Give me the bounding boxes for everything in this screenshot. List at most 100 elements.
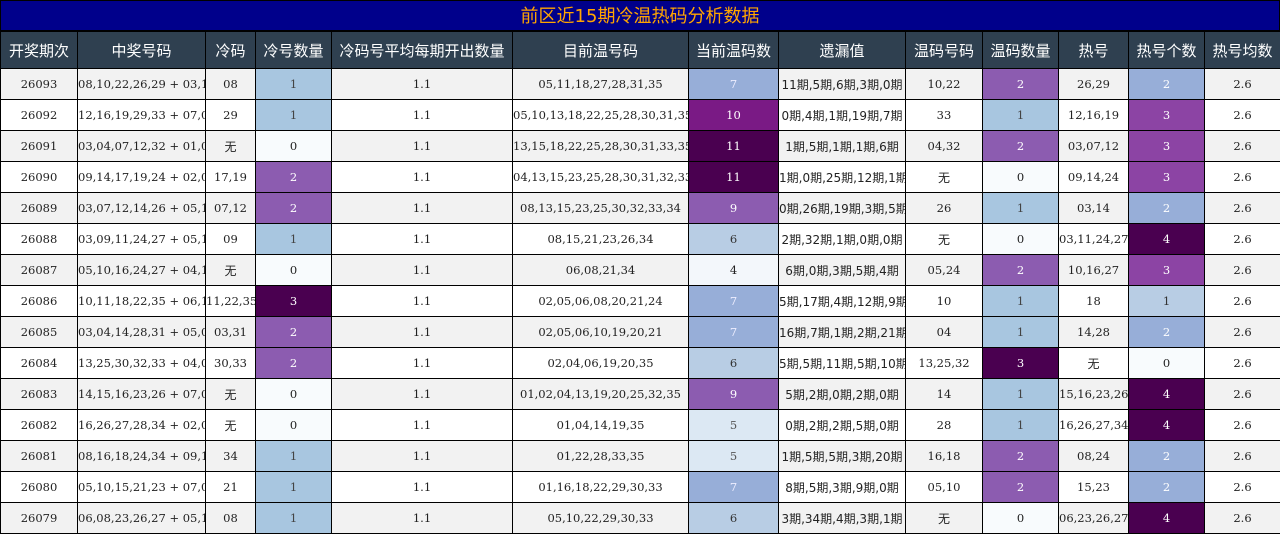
hot-count-cell: 3 [1129, 100, 1205, 131]
table-row: 2608005,10,15,21,23 + 07,082111.101,16,1… [1, 472, 1280, 503]
column-header: 冷号数量 [256, 32, 332, 69]
warm-count-cell: 2 [983, 255, 1059, 286]
current-warm-numbers-cell: 08,15,21,23,26,34 [513, 224, 689, 255]
current-warm-count-cell: 7 [689, 286, 779, 317]
period-cell: 26090 [1, 162, 78, 193]
cold-average-cell: 1.1 [332, 100, 513, 131]
analysis-page: 前区近15期冷温热码分析数据 开奖期次中奖号码冷码冷号数量冷码号平均每期开出数量… [0, 0, 1280, 532]
current-warm-count-cell: 7 [689, 317, 779, 348]
cold-numbers-cell: 无 [206, 131, 256, 162]
warm-numbers-cell: 无 [906, 224, 983, 255]
hot-numbers-cell: 03,07,12 [1059, 131, 1129, 162]
period-cell: 26080 [1, 472, 78, 503]
hot-average-cell: 2.6 [1205, 193, 1280, 224]
period-cell: 26082 [1, 410, 78, 441]
warm-count-cell: 2 [983, 441, 1059, 472]
page-title: 前区近15期冷温热码分析数据 [0, 0, 1280, 31]
hot-count-cell: 3 [1129, 131, 1205, 162]
cold-count-cell: 1 [256, 224, 332, 255]
hot-numbers-cell: 无 [1059, 348, 1129, 379]
period-cell: 26093 [1, 69, 78, 100]
warm-count-cell: 0 [983, 224, 1059, 255]
hot-average-cell: 2.6 [1205, 69, 1280, 100]
hot-average-cell: 2.6 [1205, 162, 1280, 193]
hot-count-cell: 0 [1129, 348, 1205, 379]
hot-numbers-cell: 09,14,24 [1059, 162, 1129, 193]
current-warm-numbers-cell: 05,11,18,27,28,31,35 [513, 69, 689, 100]
warm-count-cell: 1 [983, 317, 1059, 348]
miss-value-cell: 6期,0期,3期,5期,4期 [779, 255, 906, 286]
table-row: 2608903,07,12,14,26 + 05,1107,1221.108,1… [1, 193, 1280, 224]
warm-numbers-cell: 26 [906, 193, 983, 224]
hot-average-cell: 2.6 [1205, 100, 1280, 131]
hot-numbers-cell: 03,14 [1059, 193, 1129, 224]
column-header: 遗漏值 [779, 32, 906, 69]
column-header: 目前温号码 [513, 32, 689, 69]
hot-average-cell: 2.6 [1205, 379, 1280, 410]
table-row: 2609308,10,22,26,29 + 03,100811.105,11,1… [1, 69, 1280, 100]
period-cell: 26085 [1, 317, 78, 348]
table-row: 2608314,15,16,23,26 + 07,09无01.101,02,04… [1, 379, 1280, 410]
cold-average-cell: 1.1 [332, 131, 513, 162]
cold-average-cell: 1.1 [332, 472, 513, 503]
hot-count-cell: 4 [1129, 379, 1205, 410]
cold-count-cell: 0 [256, 131, 332, 162]
miss-value-cell: 11期,5期,6期,3期,0期 [779, 69, 906, 100]
hot-average-cell: 2.6 [1205, 131, 1280, 162]
current-warm-count-cell: 7 [689, 472, 779, 503]
hot-count-cell: 4 [1129, 224, 1205, 255]
hot-numbers-cell: 16,26,27,34 [1059, 410, 1129, 441]
cold-count-cell: 1 [256, 100, 332, 131]
cold-count-cell: 2 [256, 348, 332, 379]
hot-count-cell: 3 [1129, 255, 1205, 286]
period-cell: 26083 [1, 379, 78, 410]
hot-numbers-cell: 06,23,26,27 [1059, 503, 1129, 534]
analysis-table: 开奖期次中奖号码冷码冷号数量冷码号平均每期开出数量目前温号码当前温码数遗漏值温码… [0, 31, 1280, 534]
cold-numbers-cell: 09 [206, 224, 256, 255]
current-warm-numbers-cell: 02,04,06,19,20,35 [513, 348, 689, 379]
hot-numbers-cell: 10,16,27 [1059, 255, 1129, 286]
period-cell: 26079 [1, 503, 78, 534]
current-warm-count-cell: 9 [689, 193, 779, 224]
column-header: 中奖号码 [78, 32, 206, 69]
period-cell: 26087 [1, 255, 78, 286]
cold-count-cell: 0 [256, 410, 332, 441]
cold-count-cell: 0 [256, 379, 332, 410]
warm-count-cell: 1 [983, 286, 1059, 317]
cold-average-cell: 1.1 [332, 503, 513, 534]
winning-numbers-cell: 03,04,07,12,32 + 01,02 [78, 131, 206, 162]
current-warm-numbers-cell: 02,05,06,08,20,21,24 [513, 286, 689, 317]
cold-average-cell: 1.1 [332, 162, 513, 193]
winning-numbers-cell: 09,14,17,19,24 + 02,09 [78, 162, 206, 193]
hot-average-cell: 2.6 [1205, 224, 1280, 255]
cold-count-cell: 1 [256, 503, 332, 534]
current-warm-numbers-cell: 01,16,18,22,29,30,33 [513, 472, 689, 503]
winning-numbers-cell: 16,26,27,28,34 + 02,06 [78, 410, 206, 441]
hot-numbers-cell: 08,24 [1059, 441, 1129, 472]
cold-count-cell: 2 [256, 317, 332, 348]
cold-numbers-cell: 无 [206, 255, 256, 286]
winning-numbers-cell: 06,08,23,26,27 + 05,12 [78, 503, 206, 534]
hot-count-cell: 2 [1129, 69, 1205, 100]
cold-count-cell: 1 [256, 472, 332, 503]
warm-numbers-cell: 无 [906, 162, 983, 193]
table-row: 2608803,09,11,24,27 + 05,110911.108,15,2… [1, 224, 1280, 255]
table-row: 2607906,08,23,26,27 + 05,120811.105,10,2… [1, 503, 1280, 534]
hot-numbers-cell: 18 [1059, 286, 1129, 317]
miss-value-cell: 0期,2期,2期,5期,0期 [779, 410, 906, 441]
table-row: 2608503,04,14,28,31 + 05,0703,3121.102,0… [1, 317, 1280, 348]
cold-average-cell: 1.1 [332, 317, 513, 348]
hot-numbers-cell: 15,23 [1059, 472, 1129, 503]
cold-count-cell: 0 [256, 255, 332, 286]
current-warm-count-cell: 6 [689, 503, 779, 534]
warm-count-cell: 2 [983, 131, 1059, 162]
warm-count-cell: 1 [983, 379, 1059, 410]
miss-value-cell: 5期,2期,0期,2期,0期 [779, 379, 906, 410]
warm-count-cell: 1 [983, 100, 1059, 131]
current-warm-numbers-cell: 01,22,28,33,35 [513, 441, 689, 472]
winning-numbers-cell: 05,10,15,21,23 + 07,08 [78, 472, 206, 503]
winning-numbers-cell: 14,15,16,23,26 + 07,09 [78, 379, 206, 410]
warm-numbers-cell: 33 [906, 100, 983, 131]
cold-numbers-cell: 29 [206, 100, 256, 131]
column-header: 当前温码数 [689, 32, 779, 69]
